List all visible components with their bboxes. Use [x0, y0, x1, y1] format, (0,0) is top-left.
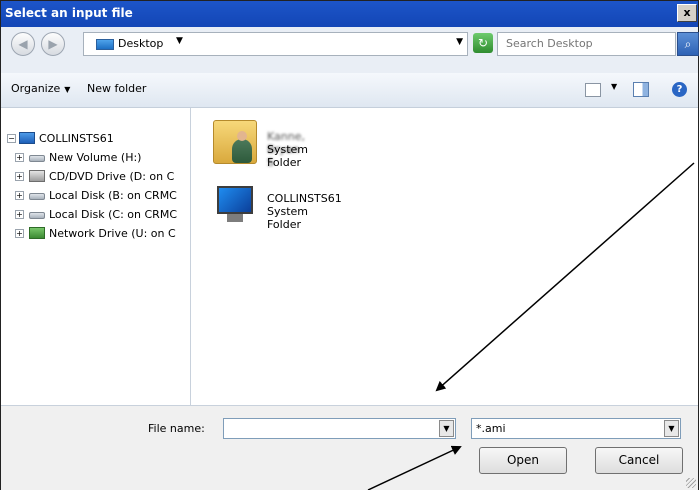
view-options-icon[interactable]: [585, 83, 601, 97]
search-box[interactable]: [497, 32, 688, 56]
file-name-input[interactable]: [227, 421, 441, 436]
search-icon[interactable]: ⌕: [677, 32, 699, 56]
chevron-down-icon[interactable]: ▼: [176, 36, 183, 46]
tree-item-label: Network Drive (U: on C: [49, 227, 176, 240]
dialog-footer: File name: ▼ *.ami ▼ Open Cancel: [1, 405, 698, 490]
title-bar: Select an input file x: [1, 1, 698, 27]
user-icon: [232, 131, 252, 163]
organize-menu[interactable]: Organize ▼: [11, 82, 70, 95]
tree-item-label: COLLINSTS61: [39, 132, 114, 145]
preview-pane-icon[interactable]: [633, 82, 649, 97]
collapse-icon[interactable]: −: [7, 134, 16, 143]
drive-icon: [29, 193, 45, 200]
item-name: COLLINSTS61: [267, 192, 342, 205]
tree-item-label: New Volume (H:): [49, 151, 142, 164]
cd-drive-icon: [29, 170, 45, 182]
expand-icon[interactable]: +: [15, 153, 24, 162]
resize-grip[interactable]: [686, 478, 696, 488]
tree-item-label: Local Disk (C: on CRMC: [49, 208, 177, 221]
address-bar[interactable]: Desktop ▼ ▼: [83, 32, 468, 56]
back-button[interactable]: ◀: [11, 32, 35, 56]
file-name-dropdown-icon[interactable]: ▼: [439, 420, 454, 437]
item-type: System Folder: [267, 205, 309, 231]
file-dialog: Select an input file x ◀ ▶ Desktop ▼ ▼ ↻…: [0, 0, 699, 490]
drive-icon: [29, 155, 45, 162]
search-input[interactable]: [504, 36, 688, 51]
computer-icon: [19, 132, 35, 144]
close-button[interactable]: x: [677, 4, 697, 22]
file-type-value: *.ami: [476, 422, 506, 435]
expand-icon[interactable]: +: [15, 172, 24, 181]
navigation-pane[interactable]: − COLLINSTS61 + New Volume (H:) + CD/DVD…: [1, 108, 191, 405]
cancel-button[interactable]: Cancel: [595, 447, 683, 474]
user-folder-icon: [213, 120, 257, 164]
expand-icon[interactable]: +: [15, 229, 24, 238]
dialog-title: Select an input file: [5, 6, 133, 20]
address-history-dropdown-icon[interactable]: ▼: [456, 37, 463, 47]
item-type: System Folder: [267, 143, 309, 169]
file-name-label: File name:: [148, 422, 205, 435]
file-name-combobox[interactable]: ▼: [223, 418, 456, 439]
tree-item-label: CD/DVD Drive (D: on C: [49, 170, 175, 183]
network-drive-icon: [29, 227, 45, 239]
file-type-select[interactable]: *.ami ▼: [471, 418, 681, 439]
file-list[interactable]: Kanne, Bryan S System Folder COLLINSTS61…: [191, 108, 698, 405]
drive-icon: [29, 212, 45, 219]
expand-icon[interactable]: +: [15, 191, 24, 200]
forward-button[interactable]: ▶: [41, 32, 65, 56]
organize-label: Organize: [11, 82, 61, 95]
expand-icon[interactable]: +: [15, 210, 24, 219]
computer-icon: [213, 182, 257, 226]
address-location: Desktop: [118, 37, 164, 50]
refresh-icon[interactable]: ↻: [473, 33, 493, 53]
open-button[interactable]: Open: [479, 447, 567, 474]
chevron-down-icon: ▼: [64, 85, 71, 94]
toolbar: Organize ▼ New folder ▼ ?: [1, 73, 698, 108]
desktop-icon: [96, 39, 114, 50]
view-dropdown-icon[interactable]: ▼: [611, 82, 617, 91]
new-folder-button[interactable]: New folder: [87, 82, 146, 95]
tree-item-label: Local Disk (B: on CRMC: [49, 189, 177, 202]
file-type-dropdown-icon[interactable]: ▼: [664, 420, 679, 437]
address-row: ◀ ▶ Desktop ▼ ▼ ↻ ⌕: [1, 27, 699, 73]
help-icon[interactable]: ?: [672, 82, 687, 97]
